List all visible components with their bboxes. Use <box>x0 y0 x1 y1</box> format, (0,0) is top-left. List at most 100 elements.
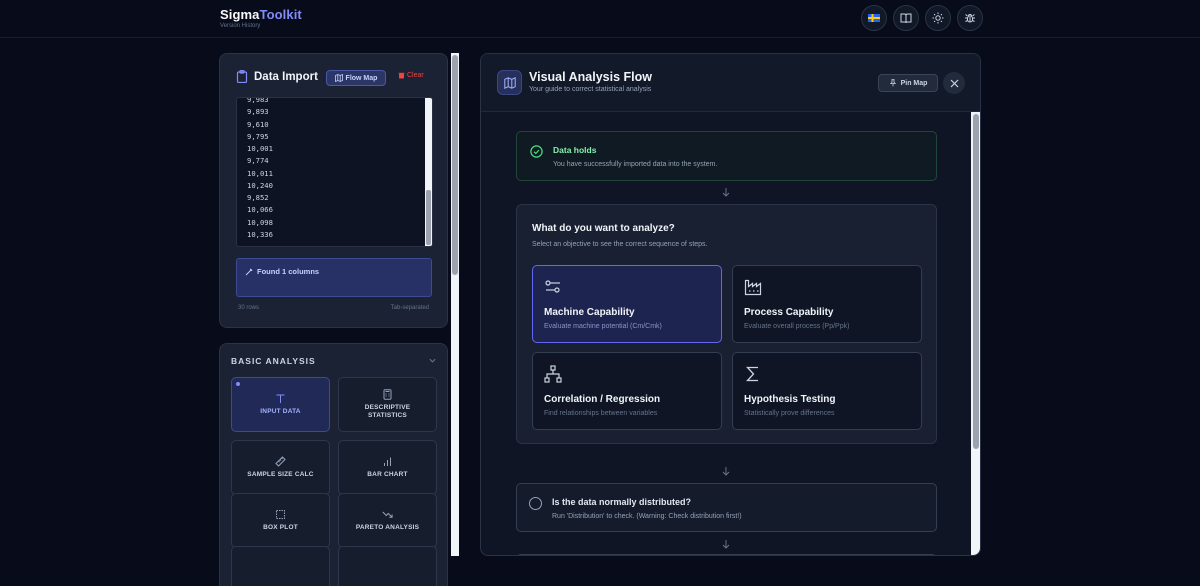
trash-icon <box>398 72 405 79</box>
tile-more[interactable] <box>231 546 330 586</box>
data-line: 10,001 <box>247 144 273 153</box>
tile-label: DESCRIPTIVE STATISTICS <box>364 403 411 420</box>
data-line: 10,011 <box>247 168 273 178</box>
data-line: 9,610 <box>247 119 269 129</box>
option-machine-capability[interactable]: Machine Capability Evaluate machine pote… <box>532 265 722 343</box>
analyze-subtitle: Select an objective to see the correct s… <box>532 241 708 248</box>
found-columns: Found 1 columns <box>245 267 319 276</box>
data-line: 10,240 <box>247 180 273 190</box>
pin-map-label: Pin Map <box>900 79 928 87</box>
flow-scrollbar[interactable] <box>971 112 980 555</box>
sidebar-scrollbar-thumb[interactable] <box>452 55 458 275</box>
tile-label: BAR CHART <box>367 470 408 478</box>
app-title: SigmaToolkit <box>220 7 302 22</box>
magic-wand-icon <box>245 268 253 275</box>
ruler-icon <box>275 456 286 467</box>
active-indicator <box>236 382 240 386</box>
row-count: 30 rows <box>238 305 260 311</box>
map-icon <box>497 70 522 95</box>
flag-icon <box>868 14 880 22</box>
step-title: Data holds <box>553 145 597 155</box>
data-textarea[interactable]: 9,983 9,893 9,610 9,795 10,001 9,774 10,… <box>236 97 433 247</box>
columns-found-notice: Found 1 columns <box>236 258 432 297</box>
sigma-icon <box>746 366 758 382</box>
docs-button[interactable] <box>893 5 919 31</box>
visual-analysis-flow-dialog: Visual Analysis Flow Your guide to corre… <box>480 53 981 556</box>
theme-toggle-button[interactable] <box>925 5 951 31</box>
pin-map-button[interactable]: Pin Map <box>878 74 938 92</box>
tile-input-data[interactable]: INPUT DATA <box>231 377 330 432</box>
data-line: 9,852 <box>247 193 269 202</box>
tile-bar-chart[interactable]: BAR CHART <box>338 440 437 495</box>
basic-analysis-panel: BASIC ANALYSIS INPUT DATA DESCRIPTIVE ST… <box>219 343 448 586</box>
trend-down-icon <box>382 511 393 518</box>
step-description: You have successfully imported data into… <box>553 161 718 168</box>
flow-title: Visual Analysis Flow <box>529 70 652 84</box>
calculator-icon <box>383 388 392 400</box>
tile-sample-size-calc[interactable]: SAMPLE SIZE CALC <box>231 440 330 495</box>
tile-pareto-analysis[interactable]: PARETO ANALYSIS <box>338 493 437 548</box>
step-status-circle <box>529 497 542 510</box>
step-next[interactable] <box>516 554 937 555</box>
found-columns-text: Found 1 columns <box>257 267 320 276</box>
map-icon <box>334 74 343 82</box>
option-correlation-regression[interactable]: Correlation / Regression Find relationsh… <box>532 352 722 430</box>
flow-map-button[interactable]: Flow Map <box>326 70 386 86</box>
close-button[interactable] <box>943 72 965 94</box>
clipboard-icon <box>236 70 248 83</box>
option-title: Process Capability <box>744 307 834 318</box>
data-import-title: Data Import <box>254 70 318 83</box>
analyze-objective-section: What do you want to analyze? Select an o… <box>516 204 937 444</box>
data-line: 10,098 <box>247 217 273 227</box>
step-title: Is the data normally distributed? <box>552 497 692 507</box>
sliders-icon <box>545 280 560 293</box>
clear-label: Clear <box>407 72 424 79</box>
sidebar-scrollbar[interactable] <box>451 53 459 556</box>
arrow-down-icon <box>722 540 730 549</box>
option-description: Statistically prove differences <box>744 410 835 417</box>
top-actions <box>861 5 983 31</box>
tile-label: INPUT DATA <box>260 407 301 415</box>
arrow-down-icon <box>722 467 730 476</box>
factory-icon <box>744 279 762 296</box>
option-process-capability[interactable]: Process Capability Evaluate overall proc… <box>732 265 922 343</box>
version-history-link[interactable]: Version History <box>220 23 302 29</box>
bug-report-button[interactable] <box>957 5 983 31</box>
data-values: 9,983 9,893 9,610 9,795 10,001 9,774 10,… <box>247 97 273 241</box>
close-icon <box>950 79 958 87</box>
tile-more[interactable] <box>338 546 437 586</box>
language-button[interactable] <box>861 5 887 31</box>
book-icon <box>900 13 912 24</box>
clear-button[interactable]: Clear <box>398 72 424 79</box>
option-description: Find relationships between variables <box>544 410 658 417</box>
flow-scrollbar-thumb[interactable] <box>973 114 979 449</box>
brand[interactable]: SigmaToolkit Version History <box>220 7 302 29</box>
bug-icon <box>965 14 975 23</box>
option-hypothesis-testing[interactable]: Hypothesis Testing Statistically prove d… <box>732 352 922 430</box>
option-title: Hypothesis Testing <box>744 394 836 405</box>
step-data-holds: Data holds You have successfully importe… <box>516 131 937 181</box>
data-import-header: Data Import <box>236 70 318 83</box>
basic-analysis-title[interactable]: BASIC ANALYSIS <box>231 356 316 366</box>
analyze-title: What do you want to analyze? <box>532 223 675 234</box>
flow-map-label: Flow Map <box>345 74 378 82</box>
flow-header: Visual Analysis Flow Your guide to corre… <box>481 54 980 112</box>
data-line: 9,795 <box>247 131 269 141</box>
network-icon <box>544 365 562 383</box>
option-description: Evaluate overall process (Pp/Ppk) <box>744 323 850 330</box>
step-normal-distribution[interactable]: Is the data normally distributed? Run 'D… <box>516 483 937 532</box>
bar-chart-icon <box>384 457 391 466</box>
data-line: 10,336 <box>247 229 273 239</box>
data-line: 9,774 <box>247 156 269 166</box>
tile-descriptive-statistics[interactable]: DESCRIPTIVE STATISTICS <box>338 377 437 432</box>
tile-box-plot[interactable]: BOX PLOT <box>231 493 330 548</box>
arrow-down-icon <box>722 188 730 197</box>
data-scrollbar-thumb[interactable] <box>426 190 431 245</box>
data-line: 9,983 <box>247 97 269 104</box>
option-title: Correlation / Regression <box>544 394 661 405</box>
data-line: 9,893 <box>247 107 269 117</box>
data-scrollbar[interactable] <box>425 98 432 246</box>
chevron-down-icon[interactable] <box>428 356 437 365</box>
data-import-panel: Data Import Flow Map Clear 9,983 9,893 9… <box>219 53 448 328</box>
box-plot-icon <box>276 509 285 519</box>
